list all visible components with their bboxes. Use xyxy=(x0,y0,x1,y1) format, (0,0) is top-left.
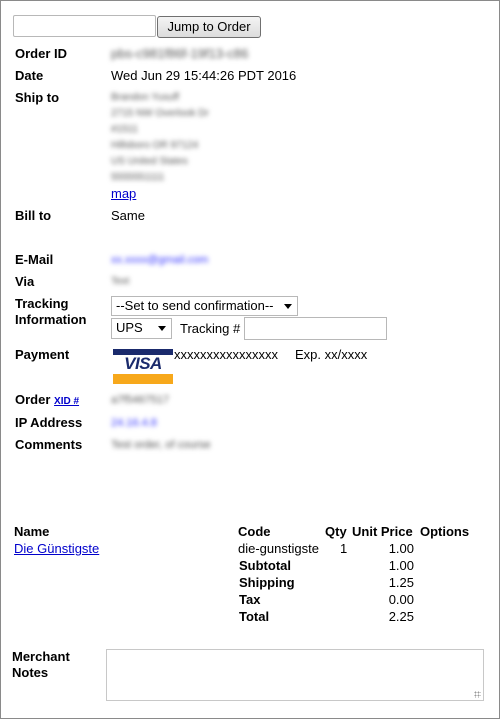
jump-to-order-button[interactable]: Jump to Order xyxy=(157,16,261,38)
visa-stripe-bottom xyxy=(113,374,173,384)
subtotal-value: 1.00 xyxy=(388,558,414,573)
col-header-name: Name xyxy=(14,524,50,539)
chevron-down-icon xyxy=(158,326,166,331)
map-link[interactable]: map xyxy=(111,186,136,202)
merchant-notes-label-line2: Notes xyxy=(12,665,49,680)
xid-link[interactable]: XID # xyxy=(54,396,79,407)
tax-label: Tax xyxy=(239,592,261,607)
tracking-label-line1: Tracking xyxy=(15,296,69,311)
tax-value: 0.00 xyxy=(388,592,414,607)
order-search-input[interactable] xyxy=(13,15,156,37)
carrier-select[interactable]: UPS xyxy=(111,318,172,339)
shipping-label: Shipping xyxy=(239,575,295,590)
card-number: xxxxxxxxxxxxxxxx xyxy=(174,347,278,362)
ip-address-label: IP Address xyxy=(15,415,83,430)
resize-grip-icon[interactable] xyxy=(474,691,481,698)
merchant-notes-label-line1: Merchant xyxy=(12,649,70,664)
email-label: E-Mail xyxy=(15,252,54,267)
item-qty: 1 xyxy=(340,541,348,556)
col-header-options: Options xyxy=(420,524,470,539)
ip-address-link[interactable]: 24.16.4.8 xyxy=(111,415,157,431)
tracking-label-line2: Information xyxy=(15,312,87,327)
order-id-label: Order ID xyxy=(15,46,68,61)
tracking-label: Tracking Information xyxy=(15,296,87,328)
visa-wordmark: VISA xyxy=(124,354,162,373)
total-value: 2.25 xyxy=(388,609,414,624)
date-value: Wed Jun 29 15:44:26 PDT 2016 xyxy=(111,68,297,83)
address-line: Brandon Yusuff xyxy=(111,92,180,103)
confirmation-select-value: --Set to send confirmation-- xyxy=(116,298,274,313)
comments-label: Comments xyxy=(15,437,83,452)
merchant-notes-textarea[interactable] xyxy=(106,649,484,701)
item-name-link[interactable]: Die Günstigste xyxy=(14,541,99,557)
carrier-select-value: UPS xyxy=(116,320,143,335)
date-label: Date xyxy=(15,68,44,83)
visa-card-icon: VISA xyxy=(113,349,173,385)
payment-label: Payment xyxy=(15,347,70,362)
address-line: 5555551111 xyxy=(111,172,165,183)
col-header-code: Code xyxy=(238,524,271,539)
address-line: 2715 NW Overlook Dr xyxy=(111,108,209,119)
xid-value: a7f5467517 xyxy=(111,394,170,406)
via-value: Text xyxy=(111,276,130,287)
tracking-number-label: Tracking # xyxy=(180,321,241,336)
subtotal-label: Subtotal xyxy=(239,558,291,573)
col-header-unit-price: Unit Price xyxy=(352,524,413,539)
bill-to-label: Bill to xyxy=(15,208,52,223)
item-code: die-gunstigste xyxy=(238,541,319,556)
bill-to-value: Same xyxy=(111,208,145,223)
tracking-number-input[interactable] xyxy=(244,317,387,340)
col-header-qty: Qty xyxy=(325,524,347,539)
comments-value: Test order, of course xyxy=(111,439,211,451)
via-label: Via xyxy=(15,274,35,289)
ship-to-label: Ship to xyxy=(15,90,60,105)
address-line: #1511 xyxy=(111,124,139,135)
item-unit-price: 1.00 xyxy=(388,541,414,556)
address-line: Hillsboro OR 97124 xyxy=(111,140,199,151)
shipping-value: 1.25 xyxy=(388,575,414,590)
card-expiry: Exp. xx/xxxx xyxy=(295,347,368,362)
total-label: Total xyxy=(239,609,270,624)
chevron-down-icon xyxy=(284,304,292,309)
order-id-value: pbs-c981f86f-19f13-c86 xyxy=(111,46,249,61)
address-line: US United States xyxy=(111,156,188,167)
order-label-text: Order xyxy=(15,392,51,407)
confirmation-select[interactable]: --Set to send confirmation-- xyxy=(111,296,298,316)
ship-to-address: Brandon Yusuff 2715 NW Overlook Dr #1511… xyxy=(111,90,209,186)
merchant-notes-label: Merchant Notes xyxy=(12,649,70,681)
email-link[interactable]: xx.xxxx@gmail.com xyxy=(111,252,208,268)
order-xid-label: Order XID # xyxy=(15,392,79,410)
